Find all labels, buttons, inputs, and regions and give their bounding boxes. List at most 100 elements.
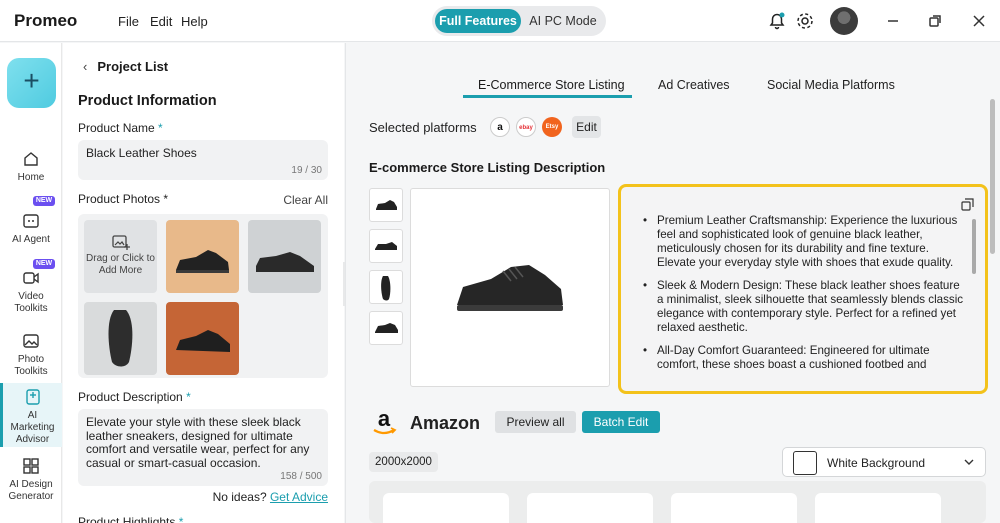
image-thumbnail[interactable] <box>369 229 403 263</box>
main-scrollbar[interactable] <box>990 99 995 254</box>
description-bullet: Premium Leather Craftsmanship: Experienc… <box>641 214 966 270</box>
listing-description-box[interactable]: Premium Leather Craftsmanship: Experienc… <box>618 184 988 394</box>
top-bar: Promeo File Edit Help Full Features AI P… <box>0 0 1000 42</box>
image-size-chip: 2000x2000 <box>369 452 438 472</box>
product-photo-thumbnail[interactable] <box>166 302 239 375</box>
listing-image-card[interactable] <box>815 493 941 523</box>
main-product-image[interactable] <box>410 188 610 387</box>
project-list-label: Project List <box>97 59 169 74</box>
clear-all-button[interactable]: Clear All <box>283 193 328 207</box>
product-name-counter: 19 / 30 <box>291 165 322 176</box>
active-tab-indicator <box>463 95 632 98</box>
product-photo-thumbnail[interactable] <box>248 220 321 293</box>
description-bullet-list: Premium Leather Craftsmanship: Experienc… <box>641 214 966 381</box>
video-icon <box>23 272 39 284</box>
ai-pc-mode-button[interactable]: AI PC Mode <box>524 9 602 33</box>
rail-item-label: Video Toolkits <box>14 291 48 314</box>
preview-all-button[interactable]: Preview all <box>495 411 576 433</box>
batch-edit-button[interactable]: Batch Edit <box>582 411 660 433</box>
description-bullet: Sleek & Modern Design: These black leath… <box>641 279 966 335</box>
new-badge: NEW <box>33 259 55 269</box>
shoe-image <box>256 252 314 272</box>
upload-text: Drag or Click to Add More <box>86 253 155 276</box>
product-description-counter: 158 / 500 <box>280 471 322 482</box>
listing-image-card[interactable] <box>527 493 653 523</box>
product-photos-grid: Drag or Click to Add More <box>78 214 328 378</box>
listing-image-card[interactable] <box>383 493 509 523</box>
ai-agent-icon <box>23 214 39 228</box>
rail-item-label: AI Marketing Advisor <box>10 410 55 445</box>
shoe-image <box>457 265 563 311</box>
marketplace-name: Amazon <box>410 413 481 433</box>
full-features-button[interactable]: Full Features <box>435 9 521 33</box>
rail-item-label: Photo Toolkits <box>14 354 48 377</box>
get-advice-link[interactable]: Get Advice <box>270 490 328 504</box>
tab-ad-creatives[interactable]: Ad Creatives <box>658 78 730 92</box>
shoe-image <box>176 330 230 352</box>
upload-photo-tile[interactable]: Drag or Click to Add More <box>84 220 157 293</box>
product-name-input[interactable]: Black Leather Shoes 19 / 30 <box>78 140 328 180</box>
rail-item-label: Home <box>17 172 45 183</box>
minimize-icon[interactable] <box>883 11 903 31</box>
chevron-left-icon: ‹ <box>83 59 88 74</box>
product-description-input[interactable]: Elevate your style with these sleek blac… <box>78 409 328 486</box>
amazon-platform-icon: a <box>490 117 510 137</box>
image-thumbnail[interactable] <box>369 188 403 222</box>
settings-gear-icon[interactable] <box>795 11 815 31</box>
rail-item-photo-toolkits[interactable]: Photo Toolkits <box>0 332 62 378</box>
listing-image-card[interactable] <box>671 493 797 523</box>
image-thumbnail[interactable] <box>369 270 403 304</box>
description-scrollbar[interactable] <box>972 219 976 274</box>
image-thumbnail[interactable] <box>369 311 403 345</box>
copy-icon[interactable] <box>961 198 974 211</box>
back-to-project-list[interactable]: ‹ Project List <box>83 59 168 74</box>
listing-images-grid <box>369 481 986 523</box>
close-icon[interactable] <box>969 11 989 31</box>
rail-item-ai-marketing-advisor[interactable]: AI Marketing Advisor <box>0 383 62 447</box>
notification-bell-icon[interactable] <box>767 11 787 31</box>
product-photo-thumbnail[interactable] <box>166 220 239 293</box>
product-photos-label: Product Photos * <box>78 192 169 206</box>
user-avatar[interactable] <box>830 7 858 35</box>
menu-edit[interactable]: Edit <box>150 14 172 29</box>
rail-item-home[interactable]: Home <box>0 150 62 184</box>
selected-platforms-label: Selected platforms <box>369 120 477 135</box>
rail-item-ai-design-generator[interactable]: AI Design Generator <box>0 457 62 503</box>
rail-item-label: AI Agent <box>12 234 50 245</box>
rail-item-video-toolkits[interactable]: Video Toolkits <box>0 269 62 315</box>
app-title: Promeo <box>14 11 78 30</box>
shoe-image <box>108 310 133 367</box>
add-image-icon <box>111 235 130 250</box>
shoe-image <box>176 250 229 273</box>
rail-item-label: AI Design Generator <box>8 479 54 502</box>
design-icon <box>23 458 39 474</box>
left-navigation-rail: + Home NEW AI Agent NEW Video Toolkits P… <box>0 43 62 523</box>
background-select[interactable]: White Background <box>782 447 986 477</box>
product-description-value: Elevate your style with these sleek blac… <box>86 415 310 470</box>
rail-item-ai-agent[interactable]: AI Agent <box>0 212 62 246</box>
product-form-panel: ‹ Project List Product Information Produc… <box>63 43 344 523</box>
restore-window-icon[interactable] <box>925 11 945 31</box>
shoe-image <box>376 200 397 210</box>
product-photo-thumbnail[interactable] <box>84 302 157 375</box>
menu-file[interactable]: File <box>118 14 139 29</box>
mode-toggle: Full Features AI PC Mode <box>432 6 606 36</box>
create-new-button[interactable]: + <box>7 58 56 108</box>
description-section-title: E-commerce Store Listing Description <box>369 160 606 175</box>
menu-help[interactable]: Help <box>181 14 208 29</box>
product-description-label: Product Description * <box>78 390 191 404</box>
chevron-down-icon <box>964 459 974 465</box>
product-name-label: Product Name * <box>78 121 163 135</box>
shoe-image <box>375 242 397 250</box>
product-name-value: Black Leather Shoes <box>86 146 197 160</box>
edit-platforms-button[interactable]: Edit <box>572 116 601 138</box>
tab-social-media-platforms[interactable]: Social Media Platforms <box>767 78 895 92</box>
shoe-image <box>375 323 398 333</box>
home-icon <box>24 152 38 166</box>
new-badge: NEW <box>33 196 55 206</box>
tab-e-commerce-store-listing[interactable]: E-Commerce Store Listing <box>478 78 625 92</box>
marketing-icon <box>25 389 40 405</box>
amazon-logo-icon: a <box>373 408 397 435</box>
background-color-swatch <box>793 451 817 475</box>
product-highlights-label: Product Highlights * <box>78 515 184 523</box>
